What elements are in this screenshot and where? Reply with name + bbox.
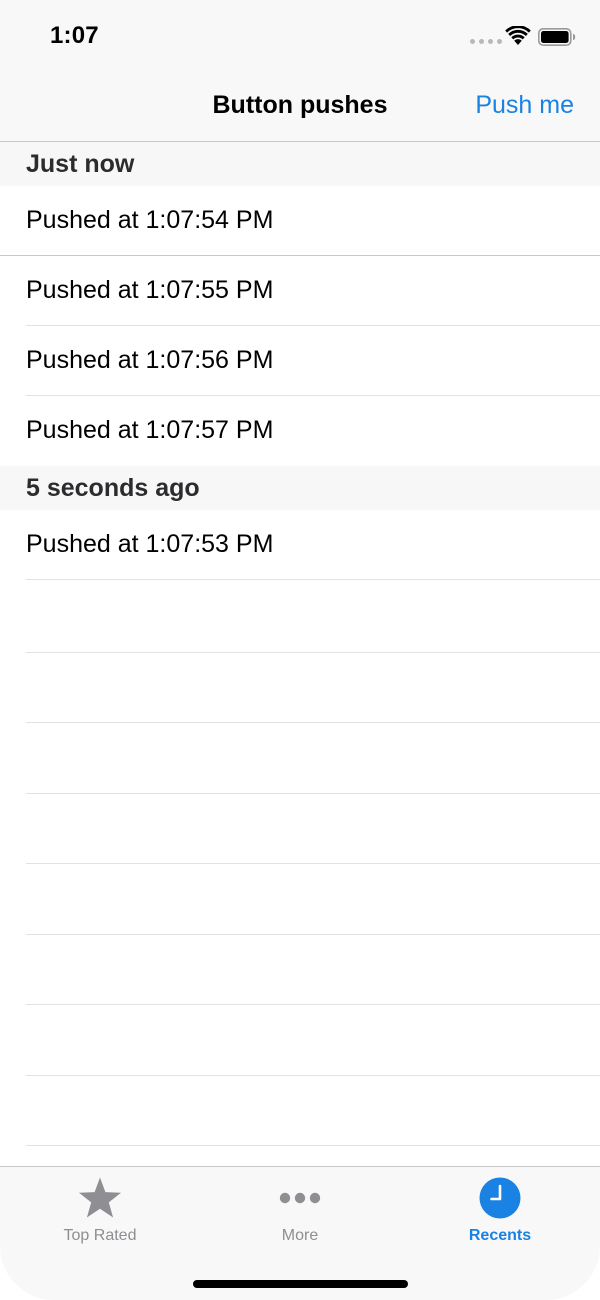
tab-label: Recents [468,1227,532,1244]
status-bar: 1:07 [0,0,600,72]
section-header: Just now [0,142,600,186]
wifi-icon [505,26,531,45]
tab-top-rated[interactable]: Top Rated [0,1175,200,1245]
row-separator [26,652,600,653]
list-item-label: Pushed at 1:07:53 PM [26,530,274,558]
list-item-label: Pushed at 1:07:55 PM [26,276,274,304]
row-separator [26,1004,600,1005]
list-item[interactable]: Pushed at 1:07:55 PM [0,256,600,326]
battery-icon [538,28,576,46]
empty-table-area [0,582,600,1166]
tab-label: More [281,1227,319,1244]
list-item[interactable]: Pushed at 1:07:56 PM [0,326,600,396]
push-history-list: Just now Pushed at 1:07:54 PM Pushed at … [0,142,600,580]
home-indicator [193,1280,408,1288]
tab-more[interactable]: More [200,1175,400,1245]
app-screen: 1:07 Button pushes Push me Just now Push… [0,0,600,1300]
row-separator [26,1145,600,1146]
push-me-button[interactable]: Push me [475,91,574,120]
list-item[interactable]: Pushed at 1:07:57 PM [0,396,600,466]
list-item[interactable]: Pushed at 1:07:54 PM [0,186,600,256]
section-header-label: 5 seconds ago [26,474,200,502]
row-separator [26,579,600,580]
list-item-label: Pushed at 1:07:56 PM [26,346,274,374]
tab-bar: Top Rated More Recents [0,1166,600,1300]
more-icon [279,1192,321,1204]
row-separator [26,934,600,935]
list-item-label: Pushed at 1:07:54 PM [26,206,274,234]
row-separator [26,863,600,864]
clock-icon [479,1177,521,1219]
row-separator [26,793,600,794]
row-separator [26,722,600,723]
row-separator [26,1075,600,1076]
tab-label: Top Rated [63,1227,137,1244]
list-item-label: Pushed at 1:07:57 PM [26,416,274,444]
tab-recents[interactable]: Recents [400,1175,600,1245]
section-header: 5 seconds ago [0,466,600,510]
list-item[interactable]: Pushed at 1:07:53 PM [0,510,600,580]
star-icon [79,1177,121,1218]
section-header-label: Just now [26,150,135,178]
navigation-bar: Button pushes Push me [0,72,600,142]
status-time: 1:07 [50,22,99,49]
cellular-signal-icon [470,39,502,44]
